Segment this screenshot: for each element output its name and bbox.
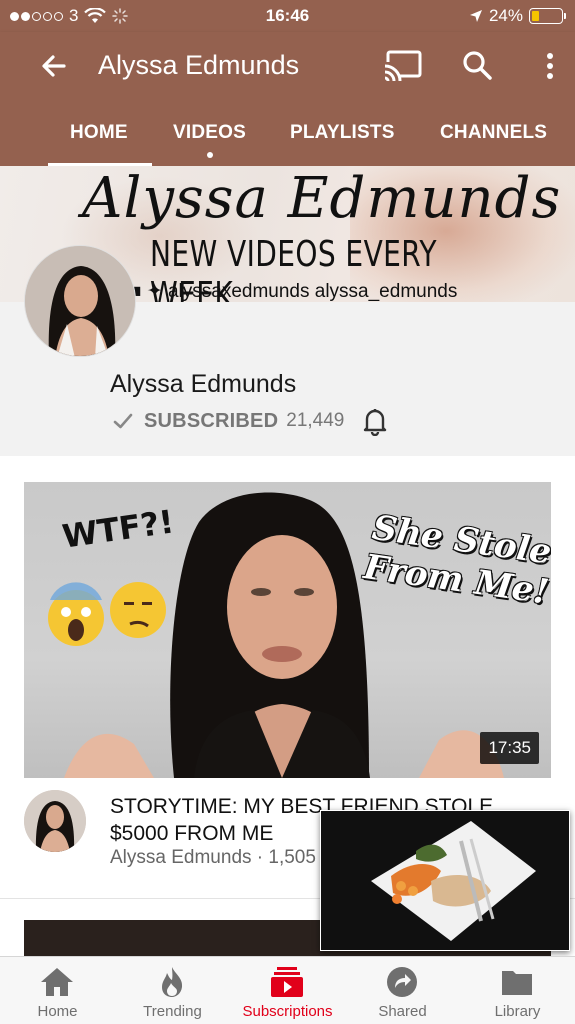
banner-script-title: Alyssa Edmunds (82, 166, 562, 231)
nav-subscriptions-label: Subscriptions (242, 1003, 333, 1020)
tab-playlists[interactable]: PLAYLISTS (290, 122, 395, 144)
mini-player-video-frame (321, 811, 569, 950)
app-bar: Alyssa Edmunds HOME VIDEOS PLAYLISTS CHA… (0, 32, 575, 166)
video-thumbnail[interactable]: WTF?! She Stole From Me! 17:35 (24, 482, 551, 778)
tab-videos[interactable]: VIDEOS (173, 122, 246, 144)
status-right: 24% (469, 6, 566, 26)
banner-socials: ■ ✦ alyssaxedmunds alyssa_edmunds (130, 280, 457, 302)
nav-home-label: Home (37, 1003, 78, 1020)
status-bar: 3 16:46 24% (0, 0, 575, 32)
video-duration-badge: 17:35 (480, 732, 539, 764)
nav-library[interactable]: Library (460, 957, 575, 1024)
subscribed-button[interactable]: SUBSCRIBED (144, 410, 278, 433)
nav-shared[interactable]: Shared (345, 957, 460, 1024)
shared-icon (387, 967, 417, 997)
more-options-icon[interactable] (536, 46, 564, 86)
search-icon[interactable] (458, 46, 498, 86)
location-arrow-icon (469, 10, 482, 22)
library-icon (502, 971, 532, 995)
mini-player[interactable] (320, 810, 570, 951)
trending-icon (162, 967, 183, 997)
tab-home[interactable]: HOME (70, 122, 128, 144)
banner-social-handles: alyssaxedmunds alyssa_edmunds (167, 281, 458, 302)
battery-percent: 24% (488, 6, 523, 25)
subscriber-count: 21,449 (286, 410, 345, 431)
nav-subscriptions[interactable]: Subscriptions (230, 957, 345, 1024)
nav-trending-label: Trending (143, 1003, 202, 1020)
back-arrow-icon[interactable] (34, 46, 74, 86)
video-meta: Alyssa Edmunds · 1,505 (110, 847, 316, 868)
tab-new-indicator (207, 152, 213, 158)
home-icon (41, 968, 73, 996)
channel-title: Alyssa Edmunds (98, 50, 300, 80)
nav-trending[interactable]: Trending (115, 957, 230, 1024)
subscription-row: SUBSCRIBED 21,449 (112, 406, 390, 436)
checkmark-icon (113, 413, 133, 429)
channel-tabs: HOME VIDEOS PLAYLISTS CHANNELS (0, 116, 575, 166)
cast-icon[interactable] (382, 48, 424, 82)
channel-avatar[interactable] (24, 245, 136, 357)
scared-face-emoji (48, 582, 104, 646)
channel-name: Alyssa Edmunds (110, 370, 297, 398)
nav-shared-label: Shared (378, 1003, 427, 1020)
battery-icon (529, 8, 566, 24)
notification-bell-icon[interactable] (360, 406, 390, 436)
nav-library-label: Library (494, 1003, 541, 1020)
video-channel-avatar[interactable] (24, 790, 86, 852)
bottom-navigation: Home Trending Subscriptions Shared Libra… (0, 956, 575, 1024)
nav-home[interactable]: Home (0, 957, 115, 1024)
tab-channels[interactable]: CHANNELS (440, 122, 547, 144)
unamused-face-emoji (110, 582, 166, 638)
subscriptions-icon (271, 967, 303, 997)
